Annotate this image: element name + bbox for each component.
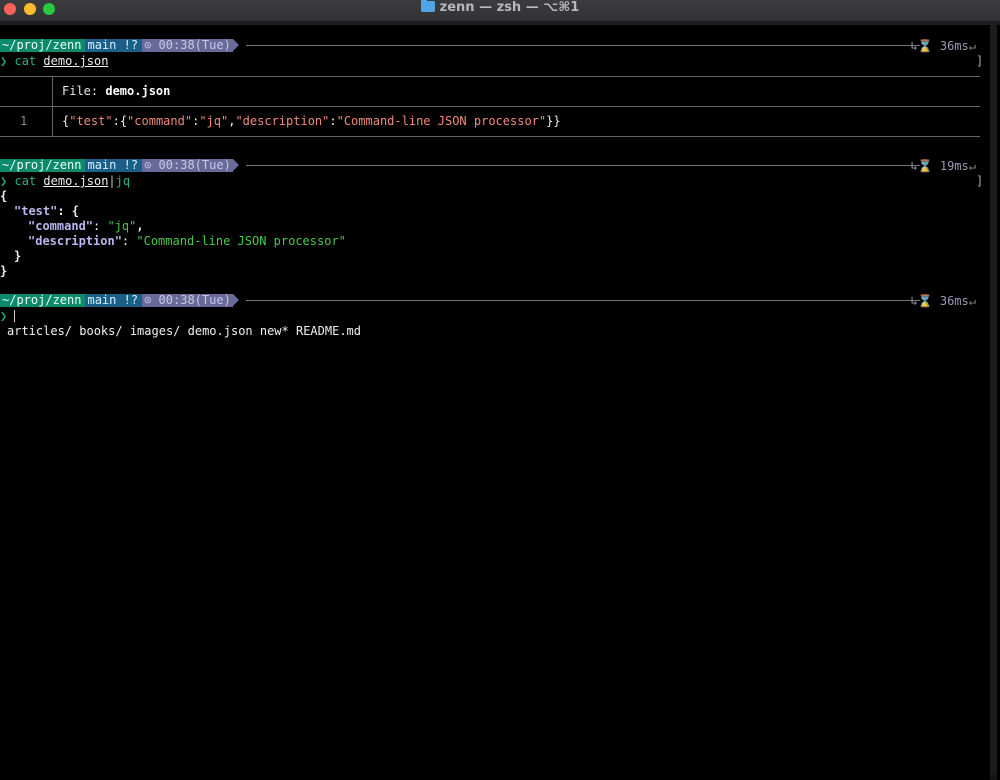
prompt-time-segment: ⊙ 00:38(Tue) (142, 159, 233, 172)
prompt-git-segment: main !? (85, 38, 143, 52)
right-bracket: ] (976, 54, 984, 68)
pipe-command: jq (115, 174, 131, 188)
git-branch: main (87, 158, 117, 172)
prompt-time: 00:38(Tue) (158, 158, 231, 172)
json-line-test: "test": { (14, 204, 79, 219)
clock-icon: ⊙ (144, 158, 152, 172)
prompt-bar: ~/proj/zenn main !? ⊙ 00:38(Tue) ↳⌛ 36ms… (0, 39, 986, 54)
prompt-chevron-icon: ❯ (0, 174, 8, 188)
prompt-path: ~/proj/zenn (0, 294, 86, 307)
bat-string-token: "jq" (199, 114, 229, 128)
hourglass-icon: ↳⌛ (910, 39, 933, 53)
json-punct: , (136, 219, 144, 233)
hourglass-icon: ↳⌛ (910, 294, 933, 308)
segment-arrow (232, 39, 239, 51)
return-icon: ↵ (968, 39, 976, 53)
prompt-duration: ↳⌛ 19ms↵ (910, 159, 976, 174)
prompt-duration: ↳⌛ 36ms↵ (910, 39, 976, 54)
folder-icon (420, 0, 435, 12)
duration-value: 36ms (939, 294, 969, 308)
bat-file-name: demo.json (105, 84, 171, 98)
clock-icon: ⊙ (144, 293, 152, 307)
prompt-time-segment: ⊙ 00:38(Tue) (142, 39, 233, 52)
prompt-time-segment: ⊙ 00:38(Tue) (142, 294, 233, 307)
bat-string-token: "test" (69, 114, 113, 128)
json-string: "Command-line JSON processor" (136, 234, 346, 248)
text-cursor (14, 310, 16, 322)
json-open-brace: { (0, 189, 8, 203)
prompt-rule (246, 300, 920, 301)
git-branch: main (87, 293, 117, 307)
window-title: zenn — zsh — ⌥⌘1 (0, 0, 1000, 22)
command-line: ❯ cat demo.json|jq (0, 174, 130, 189)
bat-string-token: "description" (235, 114, 330, 128)
json-outer-close: } (0, 264, 8, 278)
json-key: "description" (28, 234, 122, 248)
json-punct: : (121, 234, 137, 248)
prompt-rule (246, 165, 920, 166)
bat-punct-token: :{ (112, 114, 128, 128)
bat-bottom-rule (0, 136, 980, 137)
json-string: "jq" (107, 219, 137, 233)
bat-string-token: "command" (127, 114, 193, 128)
clock-icon: ⊙ (144, 38, 152, 52)
vertical-scrollbar[interactable] (990, 25, 997, 780)
command-line: ❯ cat demo.json (0, 54, 108, 69)
prompt-git-segment: main !? (85, 293, 143, 307)
hourglass-icon: ↳⌛ (910, 159, 933, 173)
bat-file-label: File: (62, 84, 99, 98)
prompt-bar: ~/proj/zenn main !? ⊙ 00:38(Tue) ↳⌛ 19ms… (0, 159, 986, 174)
segment-arrow (232, 159, 239, 171)
command-name: cat (14, 54, 37, 68)
bat-string-token: "Command-line JSON processor" (336, 114, 547, 128)
git-branch: main (87, 38, 117, 52)
duration-value: 19ms (939, 159, 969, 173)
right-bracket: ] (976, 174, 984, 188)
return-icon: ↵ (968, 159, 976, 173)
git-status: !? (123, 293, 139, 307)
json-key: "test" (14, 204, 58, 218)
completion-list: articles/ books/ images/ demo.json new* … (7, 324, 362, 338)
terminal-view[interactable]: ~/proj/zenn main !? ⊙ 00:38(Tue) ↳⌛ 36ms… (0, 25, 986, 780)
bat-mid-rule (0, 106, 980, 107)
prompt-rule (246, 45, 920, 46)
scrollbar-thumb[interactable] (990, 25, 997, 775)
prompt-path: ~/proj/zenn (0, 159, 86, 172)
json-key: "command" (28, 219, 94, 233)
prompt-time: 00:38(Tue) (158, 293, 231, 307)
json-line-command: "command": "jq", (28, 219, 144, 234)
window-title-text: zenn — zsh — ⌥⌘1 (439, 0, 580, 15)
prompt-chevron-icon: ❯ (0, 54, 8, 68)
bat-line-content: {"test":{"command":"jq","description":"C… (62, 114, 561, 129)
active-command-line[interactable]: ❯ (0, 309, 16, 324)
duration-value: 36ms (939, 39, 969, 53)
git-status: !? (123, 38, 139, 52)
window-titlebar: zenn — zsh — ⌥⌘1 (0, 0, 1000, 22)
prompt-time: 00:38(Tue) (158, 38, 231, 52)
command-name: cat (14, 174, 37, 188)
bat-top-rule (0, 76, 980, 77)
prompt-chevron-icon: ❯ (0, 309, 8, 323)
prompt-path: ~/proj/zenn (0, 39, 86, 52)
git-status: !? (123, 158, 139, 172)
prompt-bar: ~/proj/zenn main !? ⊙ 00:38(Tue) ↳⌛ 36ms… (0, 294, 986, 309)
command-arg: demo.json (43, 174, 109, 188)
prompt-duration: ↳⌛ 36ms↵ (910, 294, 976, 309)
bat-punct-token: : (329, 114, 337, 128)
pipe-symbol: | (108, 174, 116, 188)
json-inner-close: } (14, 249, 22, 263)
json-punct: : { (57, 204, 80, 218)
json-line-description: "description": "Command-line JSON proces… (28, 234, 346, 249)
bat-header: File: demo.json (62, 84, 170, 99)
prompt-git-segment: main !? (85, 158, 143, 172)
bat-line-number: 1 (20, 114, 28, 128)
json-punct: : (93, 219, 108, 233)
command-arg: demo.json (43, 54, 109, 68)
segment-arrow (232, 294, 239, 306)
return-icon: ↵ (968, 294, 976, 308)
bat-punct-token: }} (546, 114, 561, 128)
